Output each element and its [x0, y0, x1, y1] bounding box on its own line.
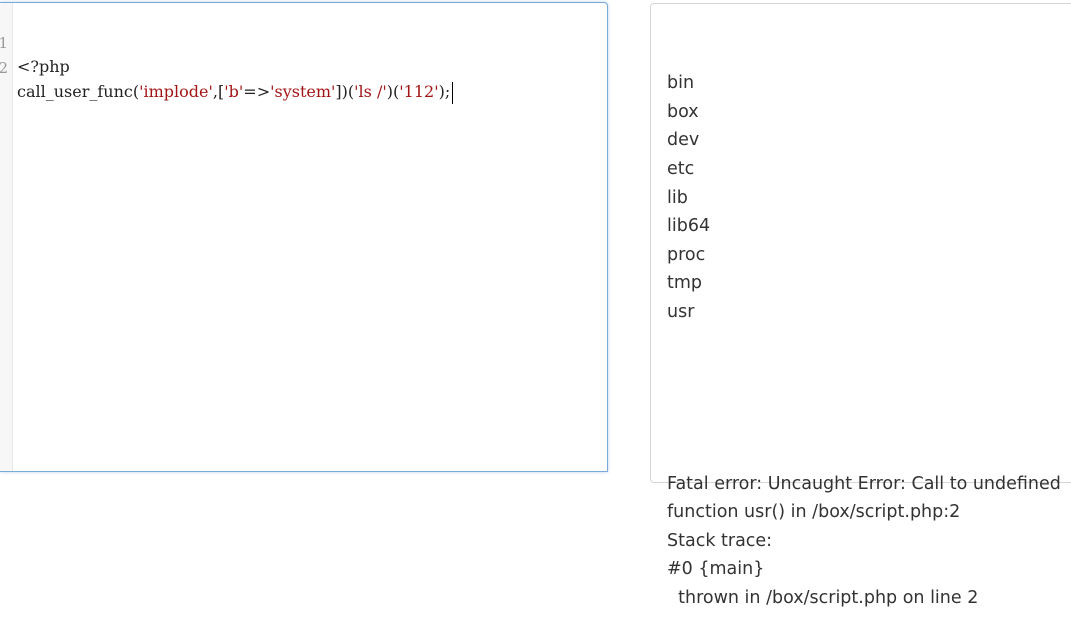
listing-entry: lib	[667, 187, 688, 208]
listing-entry: tmp	[667, 273, 703, 294]
string-token: 'implode'	[139, 82, 213, 101]
listing-entry: box	[667, 101, 699, 122]
string-token: 'system'	[270, 82, 336, 101]
code-token: )(	[386, 82, 400, 101]
error-line: thrown in /box/script.php on line 2	[667, 587, 979, 608]
listing-entry: bin	[667, 73, 695, 94]
code-line[interactable]: 1 <?php	[0, 7, 70, 76]
error-line: #0 {main}	[667, 559, 765, 580]
directory-listing: bin box dev etc lib lib64 proc tmp usr	[667, 69, 1071, 326]
line-number: 2	[0, 56, 8, 80]
code-token: ,[	[212, 82, 225, 101]
output-panel: bin box dev etc lib lib64 proc tmp usr Fatal err…	[650, 3, 1071, 608]
text-cursor	[452, 81, 454, 104]
listing-entry: etc	[667, 158, 695, 179]
error-message: Fatal error: Uncaught Error: Call to und…	[667, 470, 1071, 613]
error-line: Fatal error: Uncaught Error: Call to und…	[667, 473, 1061, 494]
listing-entry: proc	[667, 244, 706, 265]
code-text[interactable]: call_user_func('implode',['b'=>'system']…	[17, 80, 454, 104]
error-line: function usr() in /box/script.php:2	[667, 502, 961, 523]
string-token: 'ls /'	[354, 82, 387, 101]
string-token: 'b'	[224, 82, 244, 101]
listing-entry: dev	[667, 130, 700, 151]
listing-entry: lib64	[667, 216, 711, 237]
code-token: call_user_func(	[17, 82, 140, 101]
code-text[interactable]: <?php	[17, 55, 70, 79]
string-token: '112'	[399, 82, 439, 101]
code-token: );	[438, 82, 451, 101]
code-token: =>	[243, 82, 271, 101]
code-line[interactable]: 2 call_user_func('implode',['b'=>'system…	[0, 32, 454, 104]
code-editor[interactable]: 1 <?php 2 call_user_func('implode',['b'=…	[0, 2, 608, 472]
error-line: Stack trace:	[667, 530, 773, 551]
code-token: ])(	[335, 82, 355, 101]
listing-entry: usr	[667, 301, 695, 322]
